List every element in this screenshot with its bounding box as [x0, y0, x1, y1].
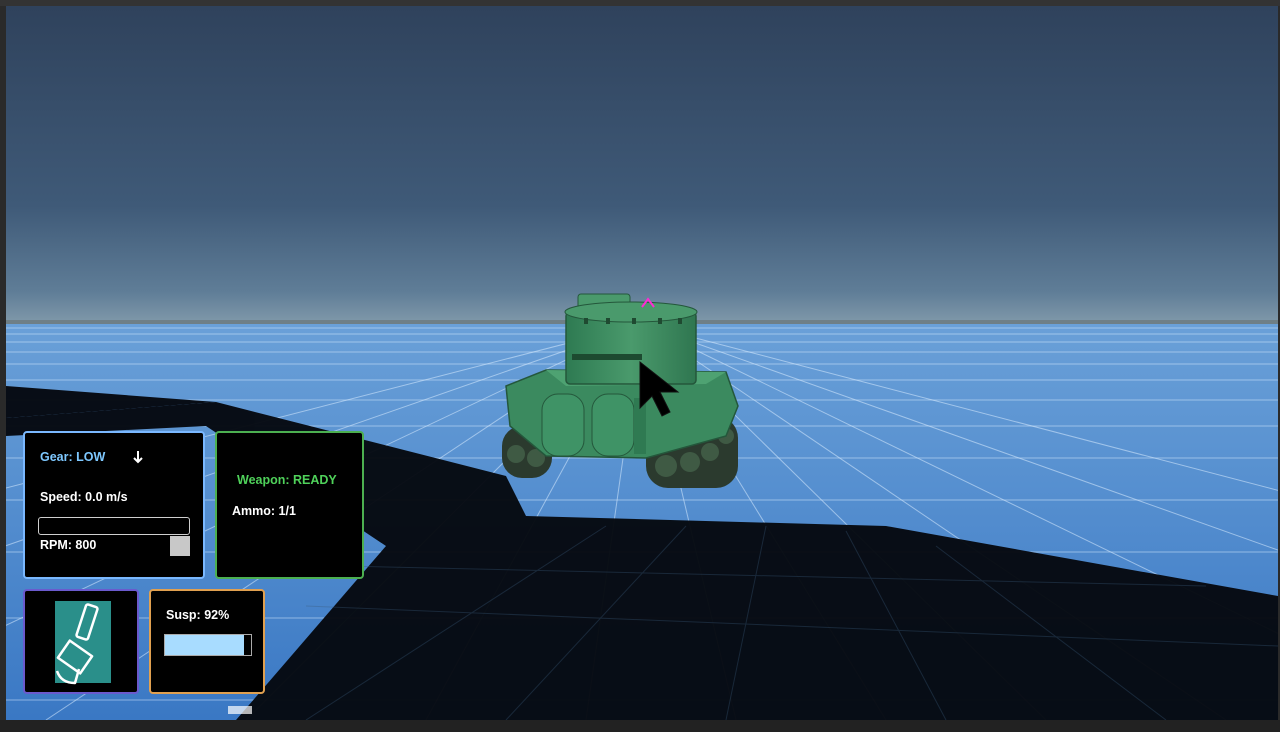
- arrow-down-icon[interactable]: [131, 449, 145, 465]
- paint-brush-icon[interactable]: [51, 599, 115, 685]
- paint-panel[interactable]: [23, 589, 139, 694]
- tank-turret: [564, 293, 698, 385]
- floor-marker: [228, 706, 252, 714]
- speed-label: Speed: 0.0 m/s: [40, 490, 128, 504]
- rear-drums: [541, 393, 646, 457]
- suspension-fill: [165, 635, 245, 655]
- gear-label: Gear: LOW: [40, 450, 106, 464]
- rpm-label: RPM: 800: [40, 538, 97, 552]
- drive-panel: Gear: LOW Speed: 0.0 m/s RPM: 800: [23, 431, 205, 579]
- window-bottom-border: [0, 720, 1280, 732]
- suspension-panel: Susp: 92%: [149, 589, 265, 694]
- throttle-bar: [38, 517, 190, 535]
- weapon-panel: Weapon: READY Ammo: 1/1: [215, 431, 364, 579]
- rpm-indicator: [170, 536, 190, 556]
- suspension-bar: [164, 634, 252, 656]
- weapon-status: Weapon: READY: [237, 473, 337, 487]
- suspension-label: Susp: 92%: [166, 608, 230, 622]
- ammo-count: Ammo: 1/1: [232, 504, 296, 518]
